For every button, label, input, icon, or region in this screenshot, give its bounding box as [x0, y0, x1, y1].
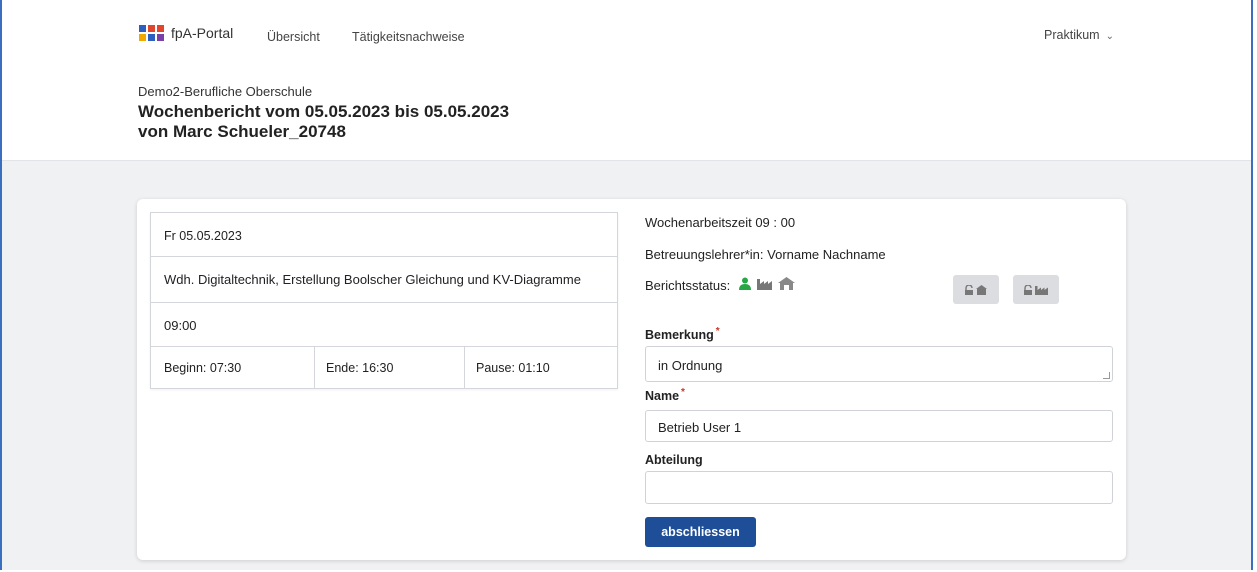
status-label: Berichtsstatus: [645, 278, 731, 293]
day-duration-row: 09:00 [151, 303, 617, 347]
lock-icon [1024, 284, 1032, 295]
page-title-line2: von Marc Schueler_20748 [138, 122, 346, 141]
brand-name: fpA-Portal [171, 25, 234, 41]
factory-icon [757, 278, 772, 290]
lock-icon [965, 284, 973, 295]
nav-link-taetigkeitsnachweise[interactable]: Tätigkeitsnachweise [352, 30, 465, 44]
weekly-hours: Wochenarbeitszeit 09 : 00 [645, 215, 796, 230]
user-icon [739, 277, 751, 290]
day-duration: 09:00 [164, 318, 197, 333]
school-name: Demo2-Berufliche Oberschule [138, 84, 313, 99]
day-pause: Pause: 01:10 [476, 361, 550, 375]
name-value: Betrieb User 1 [658, 420, 742, 435]
day-activity: Wdh. Digitaltechnik, Erstellung Boolsche… [164, 272, 581, 287]
day-begin-cell: Beginn: 07:30 [151, 347, 315, 388]
required-marker: * [715, 326, 720, 337]
logo-icon [139, 25, 164, 41]
day-end: Ende: 16:30 [326, 361, 394, 375]
day-begin: Beginn: 07:30 [164, 361, 242, 375]
name-input[interactable]: Betrieb User 1 [645, 410, 1113, 442]
remark-value: in Ordnung [658, 358, 723, 373]
top-navbar: fpA-Portal Übersicht Tätigkeitsnachweise… [2, 0, 1251, 72]
day-end-cell: Ende: 16:30 [314, 347, 465, 388]
status-icons [739, 277, 795, 290]
school-icon [778, 277, 795, 290]
user-menu-label: Praktikum [1044, 28, 1100, 42]
user-menu[interactable]: Praktikum ⌄ [1044, 28, 1114, 42]
day-activity-row: Wdh. Digitaltechnik, Erstellung Boolsche… [151, 257, 617, 303]
resize-handle-icon[interactable] [1103, 372, 1110, 379]
supervisor: Betreuungslehrer*in: Vorname Nachname [645, 247, 886, 262]
day-date-row: Fr 05.05.2023 [151, 213, 617, 257]
remark-label: Bemerkung * [645, 326, 720, 342]
unlock-school-button[interactable] [953, 275, 999, 304]
factory-icon [1035, 285, 1048, 295]
day-pause-cell: Pause: 01:10 [464, 347, 618, 388]
day-times-row: Beginn: 07:30 Ende: 16:30 Pause: 01:10 [151, 347, 617, 388]
page-header: Demo2-Berufliche Oberschule Wochenberich… [2, 72, 1251, 161]
department-label: Abteilung [645, 453, 703, 467]
remark-textarea[interactable]: in Ordnung [645, 346, 1113, 382]
name-label: Name * [645, 387, 685, 403]
nav-link-uebersicht[interactable]: Übersicht [267, 30, 320, 44]
day-date: Fr 05.05.2023 [164, 229, 242, 243]
unlock-company-button[interactable] [1013, 275, 1059, 304]
page-title: Wochenbericht vom 05.05.2023 bis 05.05.2… [138, 102, 509, 142]
day-entry: Fr 05.05.2023 Wdh. Digitaltechnik, Erste… [150, 212, 618, 389]
school-icon [976, 284, 987, 295]
page-title-line1: Wochenbericht vom 05.05.2023 bis 05.05.2… [138, 102, 510, 121]
department-input[interactable] [645, 471, 1113, 504]
required-marker: * [681, 387, 685, 398]
submit-button[interactable]: abschliessen [645, 517, 756, 547]
brand-logo[interactable]: fpA-Portal [139, 25, 233, 41]
chevron-down-icon: ⌄ [1105, 31, 1114, 42]
